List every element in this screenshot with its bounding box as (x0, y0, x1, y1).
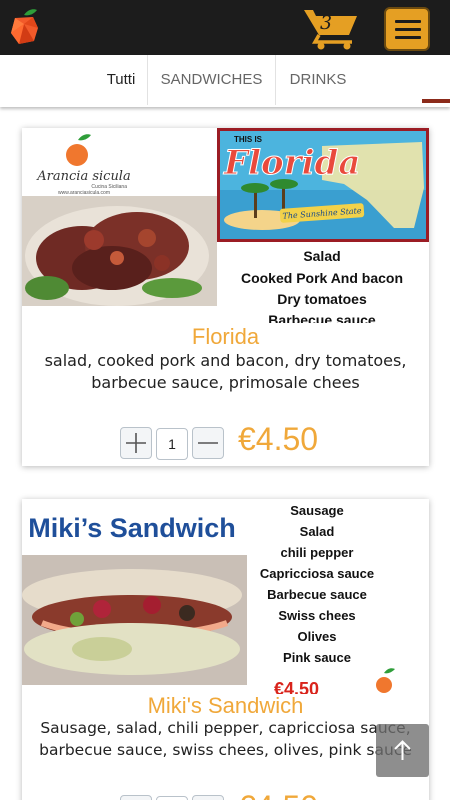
arrow-up-icon (394, 740, 411, 760)
brand-name: Arancia sicula (36, 169, 130, 184)
product-description: salad, cooked pork and bacon, dry tomato… (22, 350, 429, 394)
ingredient-text: Cooked Pork And bacon (241, 270, 403, 286)
ingredient-text: Olives (297, 629, 336, 644)
image-price-tag: €4.50 (274, 679, 319, 694)
image-title: Miki’s Sandwich (28, 513, 236, 543)
product-image[interactable]: Miki’s Sandwich Sausage Salad chili pepp… (22, 499, 429, 694)
hamburger-line (395, 28, 421, 31)
quantity-input[interactable]: 1 (156, 428, 188, 460)
product-card: Miki’s Sandwich Sausage Salad chili pepp… (22, 499, 429, 800)
hamburger-menu-icon (395, 20, 421, 23)
tab-drinks[interactable]: DRINKS (276, 55, 360, 105)
description-line: Sausage, salad, chili pepper, capriccios… (40, 719, 411, 737)
increase-quantity-button[interactable] (120, 795, 152, 800)
ingredient-text: Barbecue sauce (268, 312, 376, 323)
description-line: barbecue sauce, swiss chees, olives, pin… (39, 741, 412, 759)
product-name: Florida (191, 324, 260, 349)
hamburger-menu-button[interactable] (384, 7, 430, 51)
postcard-title: Florida (223, 143, 360, 183)
product-price: €4.50 (238, 789, 318, 800)
decrease-quantity-button[interactable] (192, 427, 224, 459)
product-image[interactable]: Arancia sicula Cucina Siciliana www.aran… (22, 128, 429, 323)
product-description: Sausage, salad, chili pepper, capriccios… (22, 717, 429, 761)
app-header: 3 (0, 0, 450, 55)
orange-logo-icon[interactable] (8, 6, 40, 46)
category-tabs: Tutti SANDWICHES DRINKS (0, 55, 450, 107)
description-line: salad, cooked pork and bacon, dry tomato… (44, 351, 407, 370)
quantity-input[interactable]: 1 (156, 796, 188, 800)
plus-icon (126, 433, 146, 453)
ingredient-text: Dry tomatoes (277, 291, 367, 307)
ingredient-text: Swiss chees (278, 608, 355, 623)
ingredient-text: Pink sauce (283, 650, 351, 665)
hamburger-line (395, 36, 421, 39)
product-price: €4.50 (238, 421, 319, 457)
ingredient-text: Barbecue sauce (267, 587, 367, 602)
ingredient-text: Sausage (290, 503, 343, 518)
cart-count-badge: 3 (319, 12, 333, 34)
ingredient-text: chili pepper (281, 545, 354, 560)
tab-scroll-indicator (422, 99, 450, 103)
brand-url: www.aranciasicula.com (58, 190, 110, 196)
ingredient-text: Salad (300, 524, 335, 539)
product-card: Arancia sicula Cucina Siciliana www.aran… (22, 128, 429, 466)
increase-quantity-button[interactable] (120, 427, 152, 459)
ingredient-text: Capricciosa sauce (260, 566, 374, 581)
decrease-quantity-button[interactable] (192, 795, 224, 800)
ingredient-text: Salad (303, 248, 340, 264)
minus-icon (198, 442, 218, 444)
tab-sandwiches[interactable]: SANDWICHES (148, 55, 275, 105)
minus-icon (193, 796, 223, 800)
plus-icon (121, 796, 151, 800)
tab-tutti[interactable]: Tutti (98, 55, 144, 105)
description-line: barbecue sauce, primosale chees (91, 373, 360, 392)
product-name: Miki's Sandwich (147, 693, 304, 718)
scroll-to-top-button[interactable] (376, 724, 429, 777)
